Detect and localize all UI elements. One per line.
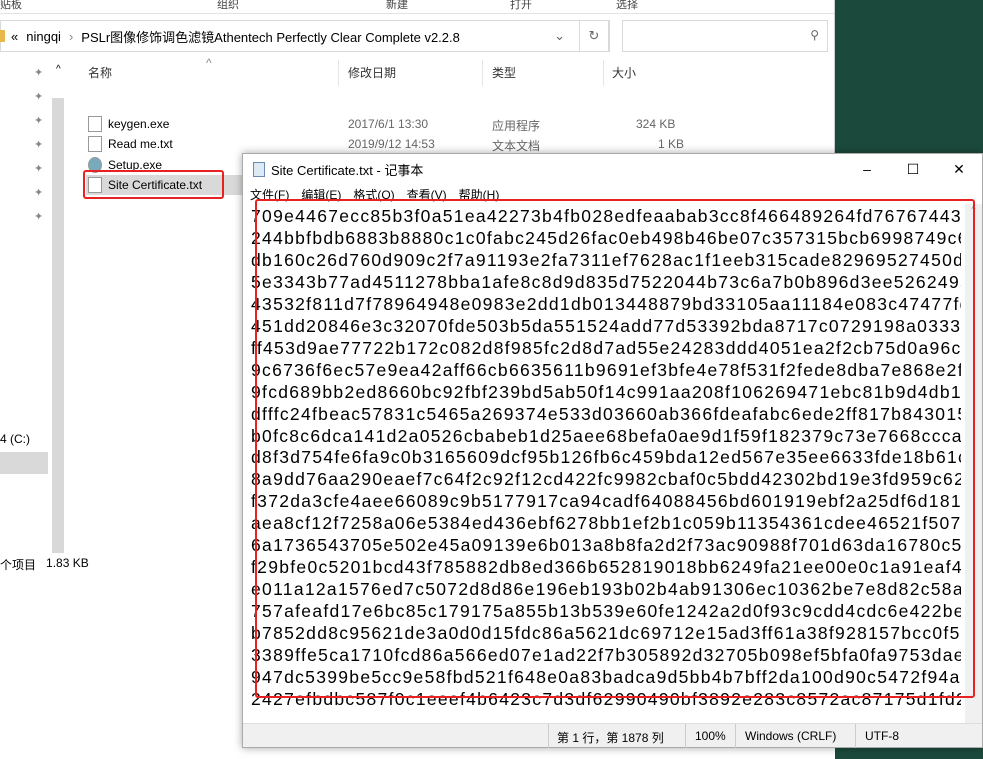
scroll-up-icon[interactable]: ^ bbox=[56, 64, 61, 75]
minimize-icon[interactable]: – bbox=[844, 154, 890, 184]
notepad-status-bar: 第 1 行，第 1878 列 100% Windows (CRLF) UTF-8 bbox=[243, 723, 982, 748]
file-date: 2017/6/1 13:30 bbox=[348, 117, 429, 131]
pin-icon: ✦ bbox=[34, 163, 44, 175]
column-divider[interactable] bbox=[482, 60, 483, 86]
file-type: 应用程序 bbox=[492, 119, 541, 133]
status-divider bbox=[735, 724, 736, 748]
breadcrumb-separator-icon: › bbox=[68, 28, 74, 44]
file-type: 文本文档 bbox=[492, 139, 541, 153]
breadcrumb-ningqi[interactable]: ningqi bbox=[26, 29, 61, 44]
pin-icon: ✦ bbox=[34, 211, 44, 223]
column-divider[interactable] bbox=[338, 60, 339, 86]
status-divider bbox=[855, 724, 856, 748]
highlight-box bbox=[83, 170, 224, 199]
ribbon-clipboard: 贴板 bbox=[0, 0, 22, 11]
selected-nav-item[interactable] bbox=[0, 452, 48, 474]
text-file-icon bbox=[88, 136, 102, 152]
nav-scrollbar[interactable] bbox=[52, 98, 64, 553]
status-divider bbox=[685, 724, 686, 748]
cursor-position: 第 1 行，第 1878 列 bbox=[557, 731, 664, 745]
column-divider[interactable] bbox=[603, 60, 604, 86]
explorer-status-bar: 个项目 1.83 KB bbox=[0, 556, 89, 573]
pin-icon: ✦ bbox=[34, 67, 44, 79]
encoding: UTF-8 bbox=[865, 729, 899, 743]
address-dropdown-icon[interactable]: ⌄ bbox=[554, 28, 565, 44]
column-name[interactable]: 名称 bbox=[88, 64, 112, 81]
drive-c[interactable]: 4 (C:) bbox=[0, 432, 30, 446]
file-name: Read me.txt bbox=[108, 137, 173, 151]
pin-icon: ✦ bbox=[34, 187, 44, 199]
status-divider bbox=[548, 724, 549, 748]
refresh-icon[interactable]: ↻ bbox=[579, 20, 609, 52]
ribbon-organize: 组织 bbox=[217, 0, 239, 11]
sort-up-icon: ^ bbox=[206, 56, 212, 70]
file-row-readme[interactable]: Read me.txt 2019/9/12 14:53 文本文档 1 KB bbox=[86, 134, 826, 154]
ribbon-new: 新建 bbox=[386, 0, 408, 11]
ribbon-select: 选择 bbox=[616, 0, 638, 11]
file-row-keygen[interactable]: keygen.exe 2017/6/1 13:30 应用程序 324 KB bbox=[86, 114, 826, 134]
file-name: keygen.exe bbox=[108, 117, 170, 131]
highlight-box bbox=[255, 199, 975, 698]
line-ending: Windows (CRLF) bbox=[745, 729, 837, 743]
window-title: Site Certificate.txt - 记事本 bbox=[271, 162, 424, 178]
maximize-icon[interactable]: ☐ bbox=[890, 154, 936, 184]
search-icon: ⚲ bbox=[810, 28, 819, 42]
column-date[interactable]: 修改日期 bbox=[348, 64, 396, 81]
ribbon-open: 打开 bbox=[510, 0, 532, 11]
notepad-icon bbox=[253, 161, 265, 177]
pin-icon: ✦ bbox=[34, 91, 44, 103]
item-count: 个项目 bbox=[0, 558, 37, 572]
zoom-level: 100% bbox=[695, 729, 726, 743]
column-type[interactable]: 类型 bbox=[492, 64, 516, 81]
file-date: 2019/9/12 14:53 bbox=[348, 137, 435, 151]
pin-icon: ✦ bbox=[34, 139, 44, 151]
file-size: 324 KB bbox=[636, 117, 676, 131]
column-size[interactable]: 大小 bbox=[612, 64, 636, 81]
close-icon[interactable]: ✕ bbox=[936, 154, 982, 184]
breadcrumb-current-folder[interactable]: PSLr图像修饰调色滤镜Athentech Perfectly Clear Co… bbox=[81, 27, 460, 46]
folder-icon bbox=[0, 30, 5, 42]
search-input[interactable]: ⚲ bbox=[622, 20, 828, 52]
exe-icon bbox=[88, 116, 102, 132]
overflow-chevron-icon[interactable]: « bbox=[11, 29, 18, 44]
pin-icon: ✦ bbox=[34, 115, 44, 127]
ribbon-groups: 贴板 组织 新建 打开 选择 bbox=[0, 0, 834, 14]
notepad-window: Site Certificate.txt - 记事本 – ☐ ✕ 文件(F) 编… bbox=[242, 153, 983, 748]
address-bar[interactable]: « ningqi › PSLr图像修饰调色滤镜Athentech Perfect… bbox=[0, 20, 610, 52]
selected-size: 1.83 KB bbox=[46, 556, 89, 570]
file-size: 1 KB bbox=[658, 137, 685, 151]
